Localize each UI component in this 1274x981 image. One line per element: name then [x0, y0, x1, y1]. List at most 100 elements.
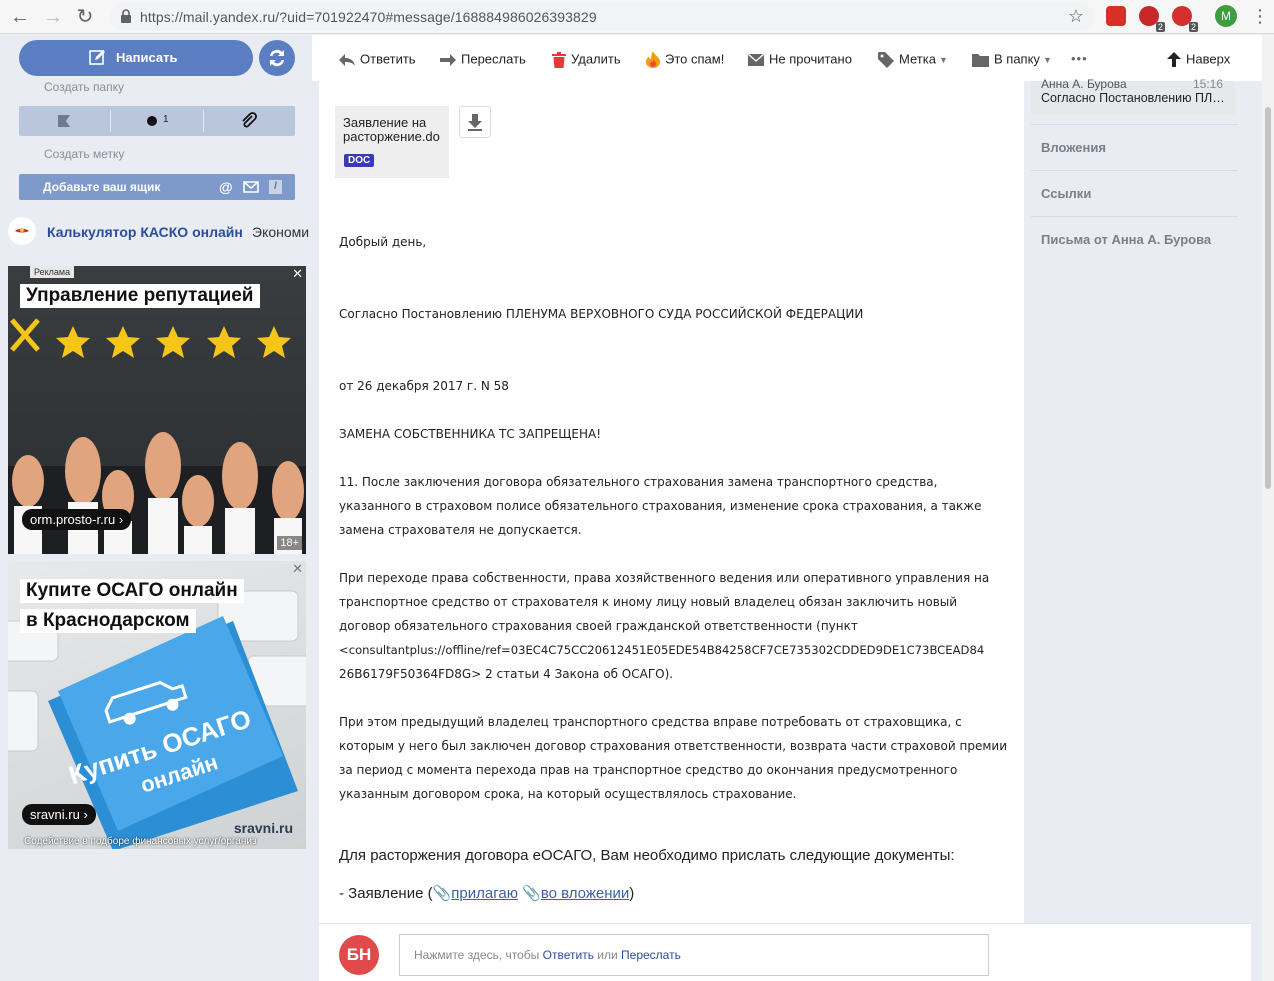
paragraph-line: <consultantplus://offline/ref=03EC4C75CC… [339, 643, 985, 657]
paragraph-line: замена страхователя не допускается. [339, 523, 582, 537]
bookmark-star-icon[interactable]: ☆ [1068, 6, 1084, 27]
scroll-to-top-button[interactable]: Наверх [1167, 49, 1230, 69]
reply-icon [339, 53, 355, 66]
unread-label: Не прочитано [769, 51, 852, 67]
compose-button[interactable]: Написать [19, 40, 253, 76]
envelope-icon [748, 53, 764, 66]
links-link[interactable]: Ссылки [1031, 170, 1238, 216]
paragraph-line: за период с момента перехода прав на тра… [339, 763, 958, 777]
tag-icon [878, 51, 894, 68]
ad-reputation[interactable]: Реклама ✕ Управление репутацией orm.pros… [8, 266, 306, 554]
thread-subject: Согласно Постановлению ПЛЕНУМА [1041, 91, 1227, 105]
create-folder-link[interactable]: Создать папку [44, 80, 124, 94]
application-prefix: - Заявление ( [339, 885, 433, 902]
attachments-link[interactable]: Вложения [1031, 124, 1238, 170]
ad-label: Реклама [30, 266, 75, 278]
paragraph-line: При переходе права собственности, права … [339, 571, 990, 585]
attached-link[interactable]: прилагаю [451, 885, 518, 902]
create-label-link[interactable]: Создать метку [44, 147, 124, 161]
lock-icon [121, 9, 131, 23]
ad-close-icon[interactable]: ✕ [292, 266, 303, 282]
spam-button[interactable]: Это спам! [646, 49, 724, 69]
left-sidebar: Написать Создать папку 1 Создать метку Д… [0, 35, 312, 981]
download-icon [468, 114, 482, 131]
add-mailbox-button[interactable]: Добавьте ваш ящик @ / [19, 174, 295, 200]
slash-icon: / [269, 180, 282, 194]
profile-avatar[interactable]: M [1215, 5, 1237, 27]
scrollbar-thumb[interactable] [1265, 107, 1271, 489]
top-label: Наверх [1186, 51, 1231, 67]
forward-label: Переслать [461, 51, 526, 67]
extension-adblock-icon[interactable]: 2 [1139, 6, 1165, 32]
back-icon[interactable]: ← [8, 5, 32, 29]
ad-headline-line1: Купите ОСАГО онлайн [20, 579, 244, 603]
extension-shield-icon[interactable]: 2 [1172, 6, 1198, 32]
reload-icon[interactable]: ↻ [73, 5, 97, 29]
paperclip-icon: 📎 [522, 885, 541, 902]
ad-osago[interactable]: Купить ОСАГО онлайн sravni.ru ✕ Купите О… [8, 561, 306, 849]
flag-filter-button[interactable] [19, 106, 110, 136]
chevron-down-icon: ▼ [938, 54, 948, 65]
extension-save-icon[interactable] [1106, 6, 1126, 26]
kasko-promo[interactable]: Калькулятор КАСКО онлайн Экономи [8, 217, 312, 247]
paragraph-line: указанным договором срока, на который ос… [339, 787, 797, 801]
quick-reply-input[interactable]: Нажмите здесь, чтобы Ответить или Пересл… [399, 934, 989, 976]
refresh-button[interactable] [259, 40, 295, 76]
ad-disclaimer: Содействие в подборе финансовых услуг/ор… [24, 836, 257, 847]
arrow-up-icon [1167, 52, 1181, 68]
forward-link[interactable]: Переслать [621, 948, 681, 962]
forward-icon [440, 53, 456, 66]
attachments-filter-button[interactable] [204, 106, 295, 136]
paragraph-line: указанного в страховом полисе обязательн… [339, 499, 982, 513]
letters-from-sender-link[interactable]: Письма от Анна А. Бурова [1031, 216, 1238, 262]
paragraph-line: договор обязательного страхования своей … [339, 619, 858, 633]
browser-menu-icon[interactable]: ⋮ [1251, 6, 1269, 26]
attachment-card[interactable]: Заявление на расторжение.do DOC [335, 106, 449, 178]
paragraph-ruling: Согласно Постановлению ПЛЕНУМА ВЕРХОВНОГ… [339, 307, 864, 321]
ad-brand-logo: sravni.ru [234, 820, 293, 836]
trash-icon [552, 51, 566, 68]
label-label: Метка [899, 51, 936, 67]
paragraph-line: При этом предыдущий владелец транспортно… [339, 715, 962, 729]
delete-label: Удалить [571, 51, 621, 67]
quick-reply-bar: БН Нажмите здесь, чтобы Ответить или Пер… [319, 923, 1251, 981]
refresh-icon [270, 49, 284, 67]
paragraph-line: 11. После заключения договора обязательн… [339, 475, 938, 489]
folder-label: В папку [994, 51, 1040, 67]
scrollbar[interactable] [1262, 35, 1274, 981]
paperclip-icon: 📎 [432, 885, 452, 902]
move-to-folder-button[interactable]: В папку ▼ [972, 49, 1052, 69]
forward-button[interactable]: Переслать [440, 49, 526, 69]
thread-item[interactable]: Анна А. Бурова 15:16 Согласно Постановле… [1031, 77, 1235, 115]
ad-headline: Управление репутацией [20, 284, 260, 308]
promo-logo [8, 217, 36, 245]
ad-domain[interactable]: orm.prosto-r.ru › [22, 509, 132, 530]
reply-button[interactable]: Ответить [339, 49, 416, 69]
address-bar[interactable]: https://mail.yandex.ru/?uid=701922470#me… [110, 3, 1094, 31]
delete-button[interactable]: Удалить [552, 49, 621, 69]
browser-toolbar: ← → ↻ https://mail.yandex.ru/?uid=701922… [0, 0, 1274, 34]
attachment-name: Заявление на расторжение.do [343, 115, 440, 144]
unread-filter-button[interactable]: 1 [111, 106, 203, 136]
label-button[interactable]: Метка ▼ [878, 49, 948, 69]
compose-icon [89, 50, 105, 65]
more-actions-icon[interactable]: ••• [1071, 49, 1088, 69]
right-panel: Анна А. Бурова 15:16 Согласно Постановле… [1031, 77, 1238, 381]
extension-badge: 2 [1188, 22, 1198, 32]
ad-domain[interactable]: sravni.ru › [22, 804, 96, 825]
unread-dot-icon [147, 116, 157, 126]
documents-heading: Для расторжения договора еОСАГО, Вам нео… [339, 847, 955, 864]
ad-close-icon[interactable]: ✕ [292, 561, 303, 577]
doc-badge: DOC [344, 154, 375, 167]
at-icon: @ [219, 179, 233, 195]
sender-avatar: БН [339, 935, 379, 975]
reply-link[interactable]: Ответить [543, 948, 594, 962]
flag-icon [58, 115, 70, 127]
gmail-icon [243, 181, 259, 193]
paragraph-date: от 26 декабря 2017 г. N 58 [339, 379, 509, 393]
mark-unread-button[interactable]: Не прочитано [748, 49, 852, 69]
paragraph-warning: ЗАМЕНА СОБСТВЕННИКА ТС ЗАПРЕЩЕНА! [339, 427, 602, 441]
download-button[interactable] [459, 106, 491, 138]
forward-icon[interactable]: → [41, 5, 65, 29]
in-attachment-link[interactable]: во вложении [541, 885, 629, 902]
